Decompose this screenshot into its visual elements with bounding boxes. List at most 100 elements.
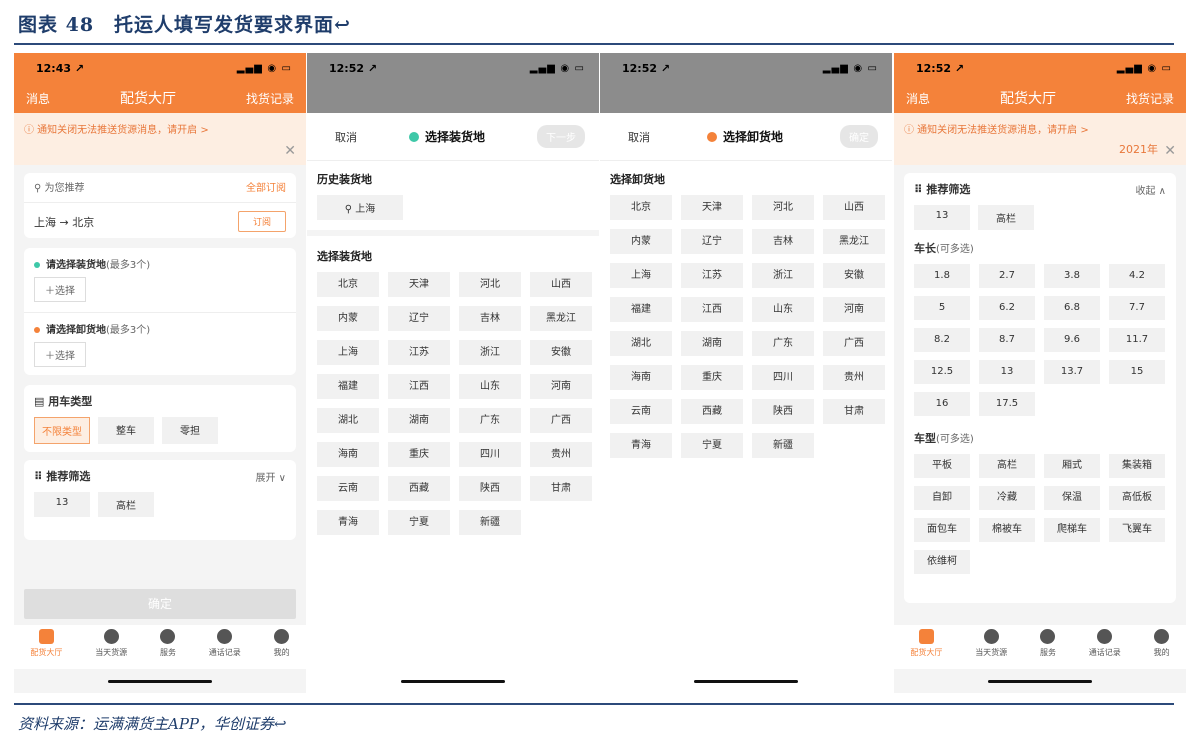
car-type-any[interactable]: 不限类型 — [34, 417, 90, 444]
province-option[interactable]: 吉林 — [752, 229, 814, 254]
province-option[interactable]: 四川 — [459, 442, 521, 467]
messages-link[interactable]: 消息 — [26, 90, 50, 107]
province-option[interactable]: 辽宁 — [388, 306, 450, 331]
province-option[interactable]: 青海 — [317, 510, 379, 535]
province-option[interactable]: 云南 — [317, 476, 379, 501]
province-option[interactable]: 天津 — [388, 272, 450, 297]
type-option[interactable]: 棉被车 — [979, 518, 1035, 542]
province-option[interactable]: 四川 — [752, 365, 814, 390]
province-option[interactable]: 宁夏 — [388, 510, 450, 535]
select-unload-button[interactable]: ＋选择 — [34, 342, 86, 367]
collapse-toggle[interactable]: 收起 ∧ — [1136, 182, 1167, 197]
length-option[interactable]: 16 — [914, 392, 970, 416]
province-option[interactable]: 甘肃 — [823, 399, 885, 424]
car-type-full[interactable]: 整车 — [98, 417, 154, 444]
tab-calls[interactable]: 通话记录 — [209, 629, 241, 658]
type-option[interactable]: 冷藏 — [979, 486, 1035, 510]
province-option[interactable]: 重庆 — [388, 442, 450, 467]
cargo-history-link[interactable]: 找货记录 — [1126, 90, 1174, 107]
select-load-button[interactable]: ＋选择 — [34, 277, 86, 302]
province-option[interactable]: 吉林 — [459, 306, 521, 331]
notification-banner[interactable]: ⓘ 通知关闭无法推送货源消息，请开启 > 2021年 ✕ — [894, 113, 1186, 165]
province-option[interactable]: 贵州 — [530, 442, 592, 467]
province-option[interactable]: 广东 — [459, 408, 521, 433]
province-option[interactable]: 甘肃 — [530, 476, 592, 501]
confirm-button[interactable]: 确定 — [839, 125, 878, 148]
filter-tag[interactable]: 13 — [34, 492, 90, 517]
tab-cargo-hall[interactable]: 配货大厅 — [910, 629, 942, 658]
province-option[interactable]: 江苏 — [681, 263, 743, 288]
cancel-button[interactable]: 取消 — [628, 129, 650, 145]
length-option[interactable]: 9.6 — [1044, 328, 1100, 352]
subscribe-all-link[interactable]: 全部订阅 — [246, 179, 286, 194]
province-option[interactable]: 上海 — [610, 263, 672, 288]
province-option[interactable]: 海南 — [317, 442, 379, 467]
length-option[interactable]: 8.7 — [979, 328, 1035, 352]
tab-me[interactable]: 我的 — [274, 629, 290, 658]
province-option[interactable]: 山西 — [823, 195, 885, 220]
province-option[interactable]: 辽宁 — [681, 229, 743, 254]
province-option[interactable]: 浙江 — [459, 340, 521, 365]
province-option[interactable]: 浙江 — [752, 263, 814, 288]
tab-me[interactable]: 我的 — [1154, 629, 1170, 658]
length-option[interactable]: 1.8 — [914, 264, 970, 288]
province-option[interactable]: 广东 — [752, 331, 814, 356]
filter-tag[interactable]: 高栏 — [98, 492, 154, 517]
province-option[interactable]: 黑龙江 — [823, 229, 885, 254]
length-option[interactable]: 11.7 — [1109, 328, 1165, 352]
type-option[interactable]: 保温 — [1044, 486, 1100, 510]
length-option[interactable]: 15 — [1109, 360, 1165, 384]
length-option[interactable]: 6.8 — [1044, 296, 1100, 320]
length-option[interactable]: 13 — [979, 360, 1035, 384]
province-option[interactable]: 内蒙 — [317, 306, 379, 331]
province-option[interactable]: 新疆 — [752, 433, 814, 458]
filter-tag[interactable]: 高栏 — [978, 205, 1034, 230]
type-option[interactable]: 高栏 — [979, 454, 1035, 478]
tab-service[interactable]: 服务 — [160, 629, 176, 658]
province-option[interactable]: 安徽 — [823, 263, 885, 288]
type-option[interactable]: 依维柯 — [914, 550, 970, 574]
province-option[interactable]: 黑龙江 — [530, 306, 592, 331]
province-option[interactable]: 北京 — [317, 272, 379, 297]
province-option[interactable]: 青海 — [610, 433, 672, 458]
expand-toggle[interactable]: 展开 ∨ — [256, 469, 287, 484]
province-option[interactable]: 北京 — [610, 195, 672, 220]
type-option[interactable]: 自卸 — [914, 486, 970, 510]
next-button[interactable]: 下一步 — [536, 125, 585, 148]
tab-calls[interactable]: 通话记录 — [1089, 629, 1121, 658]
province-option[interactable]: 西藏 — [388, 476, 450, 501]
province-option[interactable]: 西藏 — [681, 399, 743, 424]
length-option[interactable]: 2.7 — [979, 264, 1035, 288]
length-option[interactable]: 8.2 — [914, 328, 970, 352]
province-option[interactable]: 河北 — [752, 195, 814, 220]
province-option[interactable]: 内蒙 — [610, 229, 672, 254]
subscribe-button[interactable]: 订阅 — [237, 211, 286, 232]
province-option[interactable]: 湖南 — [388, 408, 450, 433]
province-option[interactable]: 新疆 — [459, 510, 521, 535]
type-option[interactable]: 厢式 — [1044, 454, 1100, 478]
province-option[interactable]: 河南 — [530, 374, 592, 399]
messages-link[interactable]: 消息 — [906, 90, 930, 107]
province-option[interactable]: 安徽 — [530, 340, 592, 365]
close-icon[interactable]: ✕ — [284, 143, 296, 159]
length-option[interactable]: 17.5 — [979, 392, 1035, 416]
type-option[interactable]: 爬梯车 — [1044, 518, 1100, 542]
province-option[interactable]: 广西 — [530, 408, 592, 433]
car-type-partial[interactable]: 零担 — [162, 417, 218, 444]
tab-cargo-hall[interactable]: 配货大厅 — [30, 629, 62, 658]
type-option[interactable]: 平板 — [914, 454, 970, 478]
close-icon[interactable]: ✕ — [1164, 143, 1176, 159]
length-option[interactable]: 13.7 — [1044, 360, 1100, 384]
notification-banner[interactable]: ⓘ 通知关闭无法推送货源消息，请开启 > ✕ — [14, 113, 306, 165]
tab-today[interactable]: 当天货源 — [975, 629, 1007, 658]
province-option[interactable]: 湖北 — [317, 408, 379, 433]
province-option[interactable]: 福建 — [610, 297, 672, 322]
type-option[interactable]: 集装箱 — [1109, 454, 1165, 478]
province-option[interactable]: 山东 — [752, 297, 814, 322]
province-option[interactable]: 湖北 — [610, 331, 672, 356]
tab-today[interactable]: 当天货源 — [95, 629, 127, 658]
type-option[interactable]: 飞翼车 — [1109, 518, 1165, 542]
cargo-history-link[interactable]: 找货记录 — [246, 90, 294, 107]
province-option[interactable]: 天津 — [681, 195, 743, 220]
province-option[interactable]: 贵州 — [823, 365, 885, 390]
